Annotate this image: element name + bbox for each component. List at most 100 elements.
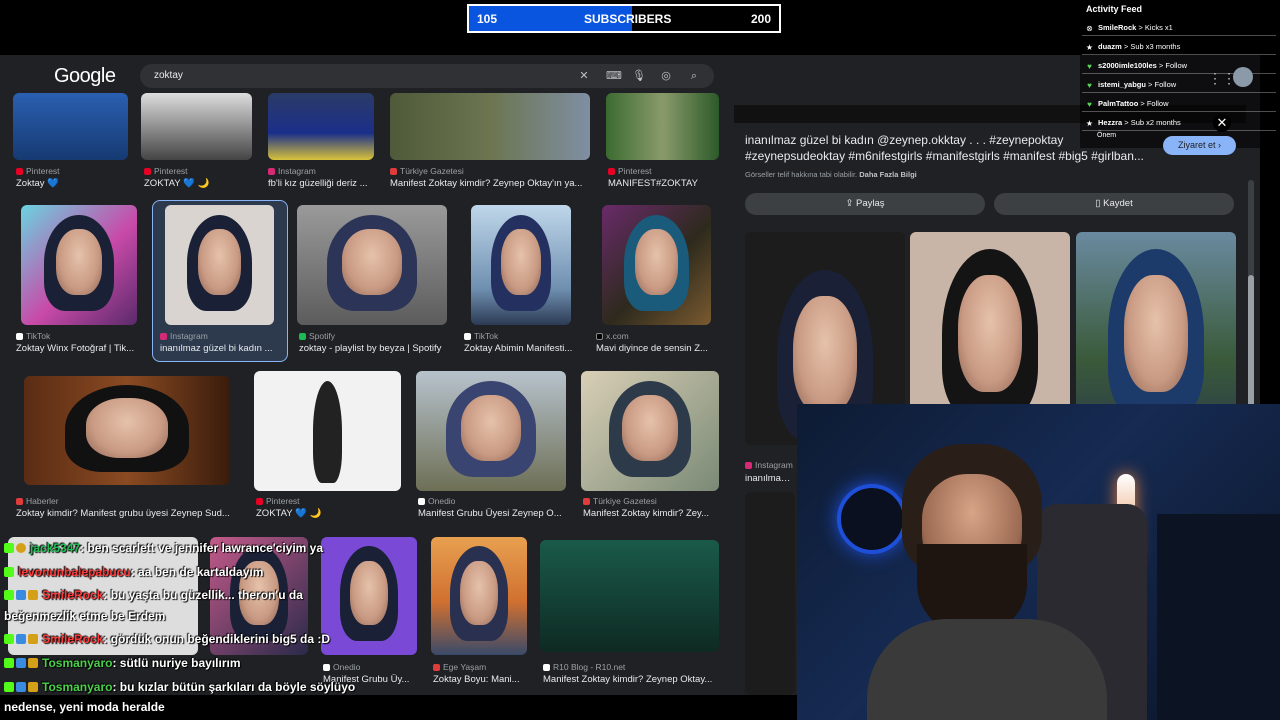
result-caption[interactable]: Zoktay kimdir? Manifest grubu üyesi Zeyn…	[16, 508, 236, 519]
feed-item: ★ Hezzra > Sub x2 months	[1082, 115, 1276, 131]
result-caption[interactable]: ZOKTAY 💙 🌙	[256, 508, 396, 519]
result-thumbnail[interactable]	[416, 371, 566, 491]
apps-grid-icon[interactable]: ⋮⋮	[1208, 70, 1236, 87]
result-source: Türkiye Gazetesi	[390, 166, 464, 176]
result-thumbnail[interactable]	[471, 205, 571, 325]
result-caption[interactable]: Zoktay Winx Fotoğraf | Tik...	[16, 343, 142, 354]
result-thumbnail[interactable]	[321, 537, 417, 655]
related-thumbnail[interactable]	[745, 492, 795, 695]
result-caption[interactable]: Manifest Zoktay kimdir? Zeynep Oktay...	[543, 674, 719, 685]
star-icon: ★	[1085, 119, 1094, 128]
result-thumbnail[interactable]	[165, 205, 274, 325]
result-thumbnail[interactable]	[21, 205, 137, 325]
chat-message: SmileRock: gördük onun beğendiklerini bi…	[4, 632, 330, 646]
copyright-note: Görseller telif hakkına tabi olabilir. D…	[745, 170, 917, 179]
result-source: R10 Blog - R10.net	[543, 662, 625, 672]
star-icon: ★	[1085, 43, 1094, 52]
result-thumbnail[interactable]	[24, 376, 230, 485]
more-info-link[interactable]: Daha Fazla Bilgi	[859, 170, 917, 179]
chat-message-continued: nedense, yeni moda heralde	[4, 700, 165, 714]
subscriber-label: SUBSCRIBERS	[584, 12, 672, 26]
avatar[interactable]	[1233, 67, 1253, 87]
result-caption[interactable]: Zoktay 💙	[16, 178, 131, 189]
result-thumbnail[interactable]	[540, 540, 719, 652]
stream-screen: 105 SUBSCRIBERS 200 Google zoktay ✕ ⌨ 🎙 …	[0, 0, 1280, 720]
share-icon: ⇪	[845, 198, 854, 209]
result-thumbnail[interactable]	[431, 537, 527, 655]
result-source: Pinterest	[16, 166, 60, 176]
bookshelf	[1157, 514, 1280, 720]
feed-item: ⊗ SmileRock > Kicks x1	[1082, 20, 1276, 36]
keyboard-icon[interactable]: ⌨	[606, 68, 622, 84]
clear-icon[interactable]: ✕	[576, 68, 592, 84]
visit-button[interactable]: Ziyaret et ›	[1163, 136, 1236, 155]
result-source: Ege Yaşam	[433, 662, 486, 672]
result-source: TikTok	[16, 331, 50, 341]
heart-icon: ♥	[1087, 81, 1092, 90]
result-thumbnail[interactable]	[254, 371, 401, 491]
share-button[interactable]: ⇪ Paylaş	[745, 193, 985, 215]
result-thumbnail[interactable]	[581, 371, 719, 491]
result-source: Onedio	[323, 662, 360, 672]
result-caption[interactable]: ZOKTAY 💙 🌙	[144, 178, 254, 189]
subscriber-goal: 200	[750, 12, 771, 26]
feed-extra: Önem	[1097, 132, 1117, 139]
result-caption[interactable]: zoktay - playlist by beyza | Spotify	[299, 343, 449, 354]
chat-message: jack5347: ben scarlett ve jennifer lawra…	[4, 541, 323, 555]
kick-icon: ⊗	[1086, 24, 1093, 33]
result-source: x.com	[596, 331, 629, 341]
feed-item: ♥ PalmTattoo > Follow	[1082, 96, 1276, 112]
result-caption[interactable]: Zoktay Abimin Manifesti...	[464, 343, 576, 354]
clock-decoration	[837, 484, 907, 554]
result-thumbnail[interactable]	[390, 93, 590, 160]
result-source: Onedio	[418, 496, 455, 506]
subscriber-current: 105	[477, 12, 498, 26]
result-caption[interactable]: Zoktay Boyu: Mani...	[433, 674, 527, 685]
chat-message: Tosmanyaro: bu kızlar bütün şarkıları da…	[4, 680, 355, 694]
result-caption[interactable]: Manifest Grubu Üyesi Zeynep O...	[418, 508, 568, 519]
streamer-shirt	[867, 619, 1107, 720]
chat-message: levonunbalepabucu: aa ben de kartaldayım	[4, 565, 263, 579]
heart-icon: ♥	[1087, 62, 1092, 71]
result-caption[interactable]: inanılmaz güzel bi kadın ...	[160, 343, 282, 354]
result-source: Pinterest	[256, 496, 300, 506]
chat-message: SmileRock: bu yaşta bu güzellik... thero…	[4, 588, 303, 602]
result-thumbnail[interactable]	[297, 205, 447, 325]
close-icon[interactable]: ✕	[1213, 114, 1231, 132]
result-source: Pinterest	[608, 166, 652, 176]
result-thumbnail[interactable]	[602, 205, 711, 325]
subscriber-goal-bar: 105 SUBSCRIBERS 200	[467, 4, 781, 33]
save-button[interactable]: ▯ Kaydet	[994, 193, 1234, 215]
result-source: Haberler	[16, 496, 59, 506]
result-thumbnail[interactable]	[141, 93, 252, 160]
result-thumbnail[interactable]	[13, 93, 128, 160]
result-thumbnail[interactable]	[268, 93, 374, 160]
result-caption[interactable]: Manifest Zoktay kimdir? Zey...	[583, 508, 715, 519]
lens-icon[interactable]: ◎	[658, 68, 674, 84]
google-logo[interactable]: Google	[54, 65, 116, 88]
bookmark-icon: ▯	[1095, 198, 1101, 209]
result-source: Türkiye Gazetesi	[583, 496, 657, 506]
search-box[interactable]: zoktay ✕ ⌨ 🎙 ◎ ⌕	[140, 64, 714, 88]
result-source: Spotify	[299, 331, 335, 341]
related-caption[interactable]: inanılmaz güz	[745, 473, 795, 484]
chat-message-continued: beğenmezlik etme be Erdem	[4, 609, 166, 623]
related-source: Instagram	[745, 460, 793, 470]
result-source: Pinterest	[144, 166, 188, 176]
result-source: TikTok	[464, 331, 498, 341]
chat-message: Tosmanyaro: sütlü nuriye bayılırım	[4, 656, 241, 670]
result-caption[interactable]: fb'li kız güzelliği deriz ...	[268, 178, 380, 189]
search-icon[interactable]: ⌕	[686, 68, 702, 84]
result-caption[interactable]: Manifest Zoktay kimdir? Zeynep Oktay'ın …	[390, 178, 590, 189]
result-source: Instagram	[268, 166, 316, 176]
result-caption[interactable]: Mavi diyince de sensin Z...	[596, 343, 712, 354]
result-source: Instagram	[160, 331, 208, 341]
webcam-overlay	[797, 404, 1280, 720]
result-thumbnail[interactable]	[606, 93, 719, 160]
mic-icon[interactable]: 🎙	[631, 68, 647, 84]
feed-item: ★ duazm > Sub x3 months	[1082, 39, 1276, 55]
search-input[interactable]: zoktay	[154, 70, 183, 81]
activity-feed-title: Activity Feed	[1086, 4, 1143, 14]
result-caption[interactable]: MANIFEST#ZOKTAY	[608, 178, 720, 189]
heart-icon: ♥	[1087, 100, 1092, 109]
